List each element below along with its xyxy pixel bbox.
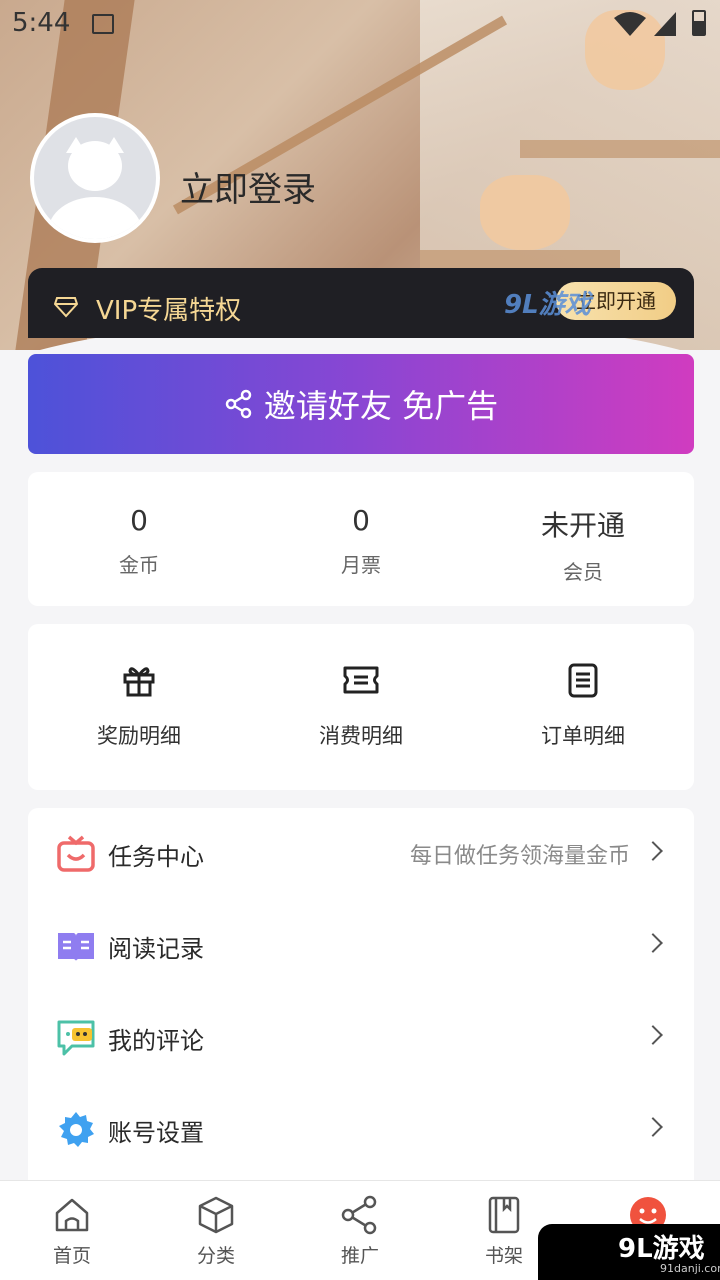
vip-bar[interactable]: VIP专属特权 立即开通 9L游戏 [28, 268, 694, 338]
menu-title: 阅读记录 [108, 934, 204, 963]
ticket-icon [343, 666, 379, 694]
quick-label: 消费明细 [319, 724, 403, 748]
signal-icon [654, 12, 676, 36]
tab-promote[interactable]: 推广 [288, 1181, 432, 1280]
battery-icon [692, 10, 706, 36]
tab-category[interactable]: 分类 [144, 1181, 288, 1280]
share-icon [341, 1195, 377, 1235]
menu-card: 任务中心 每日做任务领海量金币 阅读记录 我的评论 账号设置 [28, 808, 694, 1180]
order-details-button[interactable]: 订单明细 [472, 624, 694, 790]
menu-title: 我的评论 [108, 1026, 204, 1055]
stat-coins[interactable]: 0 金币 [28, 472, 250, 606]
menu-item-reading-history[interactable]: 阅读记录 [28, 900, 694, 992]
cube-icon [198, 1196, 234, 1234]
stat-value: 0 [352, 504, 370, 537]
stat-label: 月票 [341, 553, 381, 577]
tab-label: 分类 [196, 1245, 235, 1267]
chevron-right-icon [643, 933, 663, 953]
menu-title: 任务中心 [108, 842, 204, 871]
avatar[interactable] [30, 113, 160, 243]
chevron-right-icon [643, 1117, 663, 1137]
stat-label: 会员 [563, 560, 603, 584]
invite-friends-button[interactable]: 邀请好友 免广告 [28, 354, 694, 454]
image-icon [92, 14, 114, 34]
chevron-right-icon [643, 841, 663, 861]
quick-actions-card: 奖励明细 消费明细 订单明细 [28, 624, 694, 790]
vip-label: VIP专属特权 [96, 296, 242, 326]
stats-card: 0 金币 0 月票 未开通 会员 [28, 472, 694, 606]
chevron-right-icon [643, 1025, 663, 1045]
status-time: 5:44 [12, 8, 71, 38]
avatar-head [68, 141, 122, 191]
book-open-icon [58, 933, 94, 961]
bookshelf-icon [488, 1196, 520, 1234]
tv-icon [57, 835, 95, 872]
avatar-body [48, 197, 142, 239]
avatar-placeholder [34, 117, 156, 239]
status-bar: 5:44 [0, 0, 720, 50]
reward-details-button[interactable]: 奖励明细 [28, 624, 250, 790]
stat-membership[interactable]: 未开通 会员 [472, 472, 694, 606]
gift-icon [123, 667, 155, 697]
tab-label: 首页 [52, 1245, 91, 1267]
list-icon [568, 663, 598, 698]
header-background-cat [480, 175, 570, 250]
wifi-icon [614, 12, 646, 36]
tab-home[interactable]: 首页 [0, 1181, 144, 1280]
menu-item-account-settings[interactable]: 账号设置 [28, 1084, 694, 1176]
watermark-main: 9L游戏 [618, 1234, 705, 1264]
invite-label: 邀请好友 免广告 [263, 387, 499, 425]
consumption-details-button[interactable]: 消费明细 [250, 624, 472, 790]
menu-item-my-comments[interactable]: 我的评论 [28, 992, 694, 1084]
stat-value: 未开通 [540, 509, 625, 542]
stat-value: 0 [130, 504, 148, 537]
watermark-logo: 9L游戏 91danji.com [538, 1224, 720, 1280]
home-icon [55, 1198, 89, 1232]
menu-item-task-center[interactable]: 任务中心 每日做任务领海量金币 [28, 808, 694, 900]
quick-label: 奖励明细 [97, 724, 181, 748]
diamond-icon [54, 297, 78, 318]
header-background-step [520, 140, 720, 158]
stat-label: 金币 [119, 553, 159, 577]
watermark-sub: 91danji.com [660, 1262, 720, 1275]
share-icon [225, 389, 252, 419]
watermark-logo: 9L游戏 [504, 290, 591, 320]
header-background-step [420, 250, 620, 270]
menu-title: 账号设置 [108, 1118, 204, 1147]
tab-label: 推广 [340, 1245, 379, 1267]
comment-icon [57, 1020, 95, 1056]
quick-label: 订单明细 [541, 724, 625, 748]
stat-monthly-ticket[interactable]: 0 月票 [250, 472, 472, 606]
login-link[interactable]: 立即登录 [180, 162, 316, 211]
gear-icon [59, 1112, 94, 1147]
menu-hint: 每日做任务领海量金币 [409, 844, 630, 869]
